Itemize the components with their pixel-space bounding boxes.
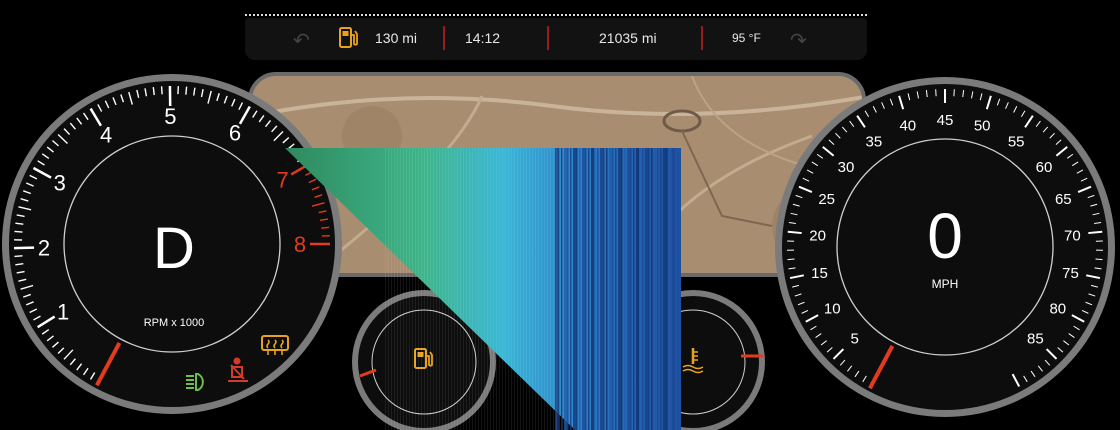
speedometer-tick-label: 85 (1027, 331, 1044, 348)
tachometer-tick (14, 230, 23, 233)
fuel-pump-icon (337, 26, 359, 55)
back-arrow-icon[interactable]: ↶ (293, 28, 310, 53)
speedometer-tick-label: 65 (1055, 191, 1072, 208)
top-info-bar: ↶ 130 mi 14:12 21035 mi 95 °F ↷ (245, 14, 867, 60)
clock-readout: 14:12 (465, 30, 501, 46)
speedometer-tick-label: 50 (974, 118, 991, 135)
speedometer-tick-label: 80 (1049, 301, 1066, 318)
temperature-readout: 95 °F (732, 31, 761, 45)
tachometer-tick (152, 87, 155, 96)
tachometer-tick-label: 5 (164, 104, 176, 129)
tachometer-tick-label: 1 (57, 299, 69, 324)
divider (701, 26, 703, 50)
speedometer-tick-label: 55 (1008, 134, 1025, 151)
tachometer-tick (160, 86, 163, 95)
speedometer-tick-label: 45 (937, 112, 954, 129)
speed-readout: 0 (927, 200, 963, 272)
speedometer-tick-label: 20 (809, 228, 826, 245)
speed-unit-label: MPH (932, 277, 959, 291)
forward-arrow-icon[interactable]: ↷ (790, 28, 807, 53)
rpm-unit-label: RPM x 1000 (144, 317, 205, 329)
speedometer-tick-label: 70 (1064, 228, 1081, 245)
top-bar-dotted-edge (245, 14, 867, 16)
tachometer-tick-label: 3 (54, 170, 66, 195)
divider (443, 26, 445, 50)
tachometer-tick-label: 6 (229, 121, 241, 146)
speedometer-tick-label: 25 (818, 191, 835, 208)
speedometer-tick-label: 15 (811, 265, 828, 282)
tachometer-tick (14, 255, 23, 258)
speedometer-tick-label: 35 (865, 134, 882, 151)
speedometer: 5 10 15 20 2530 35 40 45 50 55 6065 70 75 80 85 0 MPH (775, 77, 1115, 417)
tachometer-tick-label: 2 (38, 235, 50, 260)
tachometer-tick-label: 4 (100, 122, 112, 147)
speedometer-tick-label: 5 (850, 331, 858, 348)
gear-indicator: D (153, 216, 195, 281)
speedometer-tick (787, 258, 795, 261)
speedometer-tick-label: 60 (1036, 159, 1053, 176)
odometer-readout: 21035 mi (599, 30, 657, 46)
range-readout: 130 mi (375, 30, 418, 46)
speedometer-tick-label: 10 (824, 301, 841, 318)
speedometer-tick (1095, 258, 1103, 261)
speedometer-tick (787, 230, 802, 235)
tachometer-tick (185, 86, 188, 95)
speedometer-tick-label: 30 (838, 159, 855, 176)
tachometer-tick (14, 246, 35, 250)
render-glitch-overlay (285, 148, 681, 430)
speedometer-tick-label: 40 (899, 118, 916, 135)
speedometer-tick (1088, 230, 1103, 235)
speedometer-tick-label: 75 (1062, 265, 1079, 282)
divider (547, 26, 549, 50)
